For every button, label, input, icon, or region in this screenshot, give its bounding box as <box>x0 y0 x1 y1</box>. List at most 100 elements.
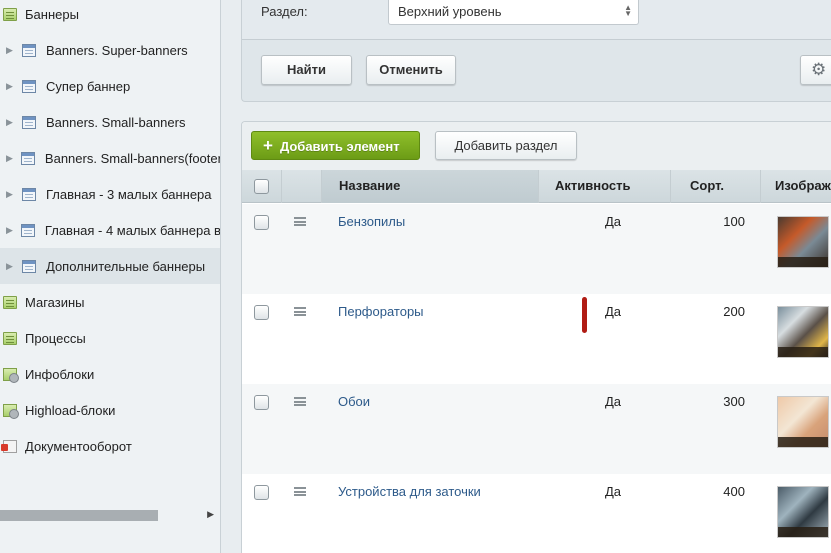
drag-handle-icon[interactable] <box>294 397 306 406</box>
horizontal-scrollbar[interactable]: ▶ <box>0 508 220 523</box>
tree-item-label: Супер баннер <box>46 78 131 94</box>
tree-item-super-banners[interactable]: ▶ Banners. Super-banners <box>0 32 220 68</box>
perforator-photo[interactable] <box>777 306 829 358</box>
section-select[interactable]: Верхний уровень ▲ ▼ <box>388 0 639 25</box>
row-sort-value: 200 <box>723 304 745 319</box>
row-sort-value: 100 <box>723 214 745 229</box>
expand-arrow-icon[interactable]: ▶ <box>6 262 14 271</box>
row-sort-value: 300 <box>723 394 745 409</box>
wallpaper-photo[interactable] <box>777 396 829 448</box>
row-checkbox[interactable] <box>254 395 269 410</box>
add-element-label: Добавить элемент <box>279 139 400 154</box>
tree-item-label: Процессы <box>25 330 86 346</box>
table-header: Название Активность Сорт. Изображ <box>242 170 831 203</box>
section-select-value: Верхний уровень <box>398 4 502 19</box>
list-icon <box>22 43 36 57</box>
row-sort-value: 400 <box>723 484 745 499</box>
scroll-right-arrow-icon[interactable]: ▶ <box>207 509 214 520</box>
list-toolbar: + Добавить элемент Добавить раздел <box>242 122 831 170</box>
row-active-value: Да <box>605 394 622 409</box>
tree-item-label: Главная - 4 малых баннера в <box>44 222 220 238</box>
column-header-active[interactable]: Активность <box>539 170 671 203</box>
header-drag-column <box>282 170 322 203</box>
folder-icon <box>3 331 17 345</box>
drag-handle-icon[interactable] <box>294 217 306 226</box>
row-name-link[interactable]: Перфораторы <box>338 304 424 319</box>
sharpening-photo[interactable] <box>777 486 829 538</box>
gear-icon: ⚙ <box>811 60 827 79</box>
expand-arrow-icon[interactable]: ▶ <box>6 154 13 163</box>
drag-handle-icon[interactable] <box>294 307 306 316</box>
tree-item-label: Инфоблоки <box>25 366 95 382</box>
column-header-image[interactable]: Изображ <box>761 170 831 203</box>
tree-item-label: Banners. Small-banners(footer) <box>44 150 220 166</box>
header-select-all <box>242 170 282 203</box>
cancel-button[interactable]: Отменить <box>366 55 456 85</box>
plus-icon: + <box>263 136 273 155</box>
drag-handle-icon[interactable] <box>294 487 306 496</box>
list-icon <box>20 151 35 165</box>
tree-item-small-banners-footer[interactable]: ▶ Banners. Small-banners(footer) <box>0 140 220 176</box>
expand-arrow-icon[interactable]: ▶ <box>6 118 14 127</box>
add-element-button[interactable]: + Добавить элемент <box>251 131 420 160</box>
tree-item-label: Магазины <box>25 294 85 310</box>
tree-item-small-banners[interactable]: ▶ Banners. Small-banners <box>0 104 220 140</box>
row-checkbox[interactable] <box>254 485 269 500</box>
list-icon <box>20 223 35 237</box>
column-header-sort[interactable]: Сорт. <box>671 170 761 203</box>
elements-list-panel: + Добавить элемент Добавить раздел Назван… <box>241 121 831 553</box>
expand-arrow-icon[interactable]: ▶ <box>6 190 14 199</box>
row-active-value: Да <box>605 214 622 229</box>
column-header-name[interactable]: Название <box>322 170 539 203</box>
filter-settings-button[interactable]: ⚙ <box>800 55 831 85</box>
row-checkbox[interactable] <box>254 215 269 230</box>
tree-item-additional-banners[interactable]: ▶ Дополнительные баннеры <box>0 248 220 284</box>
tree-item-label: Дополнительные баннеры <box>46 258 206 274</box>
list-icon <box>22 187 36 201</box>
expand-arrow-icon[interactable]: ▶ <box>6 82 14 91</box>
document-flow-icon <box>1 439 17 453</box>
gear-folder-icon <box>3 367 19 383</box>
scrollbar-thumb[interactable] <box>0 510 158 521</box>
list-icon <box>22 79 36 93</box>
tree-item-processes[interactable]: Процессы <box>0 320 220 356</box>
tree-item-label: Banners. Small-banners <box>46 114 186 130</box>
tree-item-label: Баннеры <box>25 6 79 22</box>
tree-item-infoblocks[interactable]: Инфоблоки <box>0 356 220 392</box>
row-name-link[interactable]: Устройства для заточки <box>338 484 481 499</box>
expand-arrow-icon[interactable]: ▶ <box>6 226 13 235</box>
filter-row-section: Раздел: Верхний уровень ▲ ▼ <box>242 0 831 40</box>
select-updown-icon: ▲ ▼ <box>624 3 632 18</box>
row-active-value: Да <box>605 484 622 499</box>
chainsaw-photo[interactable] <box>777 216 829 268</box>
tree-item-shops[interactable]: Магазины <box>0 284 220 320</box>
table-row[interactable]: Перфораторы Да 200 <box>242 294 831 384</box>
list-icon <box>22 259 36 273</box>
row-checkbox[interactable] <box>254 305 269 320</box>
folder-icon <box>3 295 17 309</box>
tree-item-label: Документооборот <box>25 438 132 454</box>
filter-panel: Раздел: Верхний уровень ▲ ▼ Найти Отменит… <box>241 0 831 102</box>
table-row[interactable]: Бензопилы Да 100 <box>242 204 831 294</box>
select-all-checkbox[interactable] <box>254 179 269 194</box>
row-name-link[interactable]: Обои <box>338 394 370 409</box>
table-row[interactable]: Устройства для заточки Да 400 <box>242 474 831 553</box>
section-filter-label: Раздел: <box>261 4 308 19</box>
tree-item-main-4-banners[interactable]: ▶ Главная - 4 малых баннера в <box>0 212 220 248</box>
expand-arrow-icon[interactable]: ▶ <box>6 46 14 55</box>
gear-folder-icon <box>3 403 19 419</box>
tree-item-main-3-banners[interactable]: ▶ Главная - 3 малых баннера <box>0 176 220 212</box>
tree-item-super-banner[interactable]: ▶ Супер баннер <box>0 68 220 104</box>
tree-item-banners[interactable]: Баннеры <box>0 0 220 32</box>
tree-item-label: Главная - 3 малых баннера <box>46 186 212 202</box>
add-section-button[interactable]: Добавить раздел <box>435 131 577 160</box>
sidebar-tree: Баннеры ▶ Banners. Super-banners ▶ Супер… <box>0 0 221 553</box>
find-button[interactable]: Найти <box>261 55 352 85</box>
tree-item-document-flow[interactable]: Документооборот <box>0 428 220 464</box>
tree-item-label: Highload-блоки <box>25 402 116 418</box>
table-row[interactable]: Обои Да 300 <box>242 384 831 474</box>
row-name-link[interactable]: Бензопилы <box>338 214 405 229</box>
tree-item-highload-blocks[interactable]: Highload-блоки <box>0 392 220 428</box>
resize-marker[interactable] <box>582 297 587 333</box>
row-active-value: Да <box>605 304 622 319</box>
